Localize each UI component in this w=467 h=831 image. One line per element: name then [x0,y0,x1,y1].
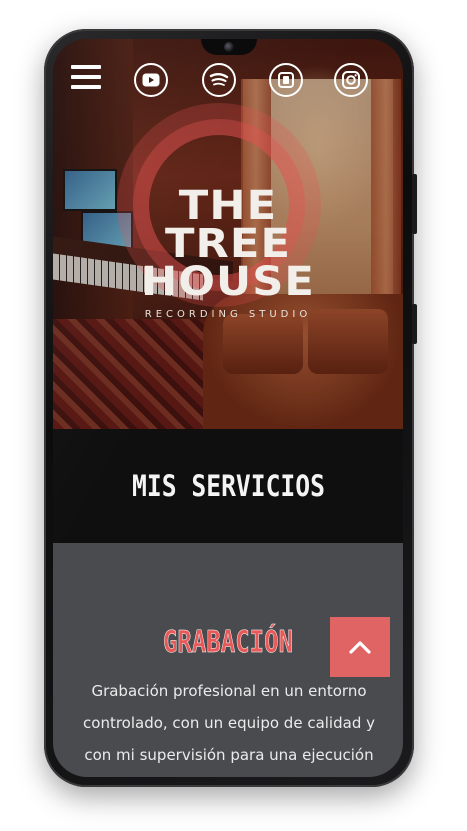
instagram-icon[interactable] [334,63,368,97]
service-description: Grabación profesional en un entorno cont… [83,682,375,764]
notch [201,39,257,55]
logo-line-1: THE [178,183,278,229]
service-heading: GRABACIÓN [162,625,294,661]
services-header: MIS SERVICIOS [53,429,403,543]
logo-line-2: TREE [164,221,292,267]
logo-line-3: HOUSE [141,259,315,305]
youtube-icon[interactable] [134,63,168,97]
section-title: MIS SERVICIOS [131,469,325,503]
spotify-icon[interactable] [202,63,236,97]
chevron-up-icon [349,641,371,654]
phone-screen: THE TREE HOUSE RECORDING STUDIO MIS SERV… [53,39,403,777]
scroll-to-top-button[interactable] [330,617,390,677]
power-button [412,304,417,344]
phone-frame: THE TREE HOUSE RECORDING STUDIO MIS SERV… [44,29,417,787]
studio-logo: THE TREE HOUSE RECORDING STUDIO [53,183,403,320]
bandcamp-icon[interactable] [269,63,303,97]
hamburger-menu-icon[interactable] [71,65,101,89]
front-camera-icon [224,42,234,52]
logo-subtitle: RECORDING STUDIO [144,309,312,320]
volume-button [412,174,417,234]
